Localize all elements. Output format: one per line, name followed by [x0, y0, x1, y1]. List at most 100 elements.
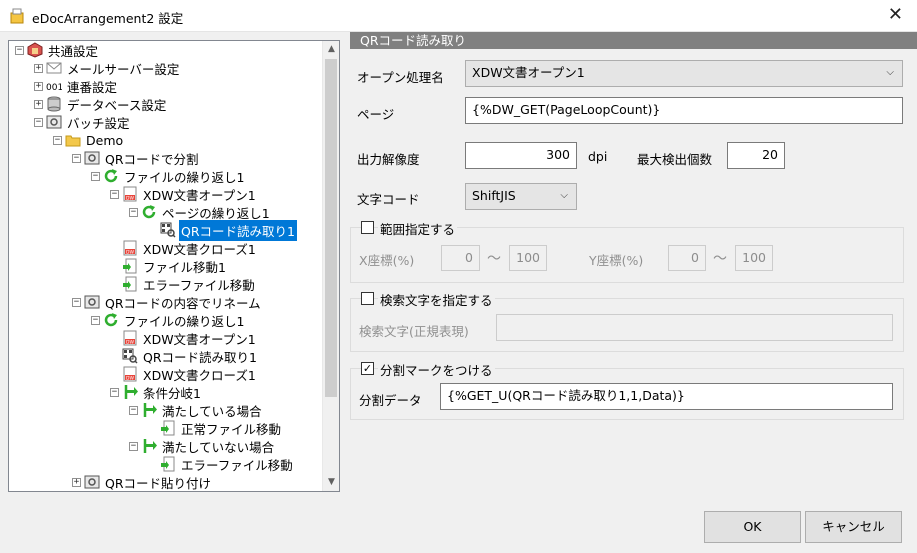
search-check-label[interactable]: 検索文字を指定する [378, 290, 495, 309]
tree-expander-icon[interactable]: − [91, 315, 100, 325]
tree-item[interactable]: − QRコードの内容でリネーム [72, 293, 263, 311]
tree-expander-icon[interactable]: − [110, 189, 119, 199]
open-process-value: XDW文書オープン1 [472, 65, 585, 80]
tree-item[interactable]: DW XDW文書オープン1 [110, 329, 258, 347]
tree-expander-icon[interactable]: − [129, 405, 138, 415]
tree-item[interactable]: エラーファイル移動 [148, 455, 295, 473]
tree-item[interactable]: − 共通設定 [15, 41, 100, 59]
page-label: ページ [357, 107, 395, 122]
y-to-input[interactable]: 100 [735, 245, 773, 271]
y-coord-label: Y座標(%) [589, 253, 644, 268]
open-process-select[interactable]: XDW文書オープン1 ⌵ [465, 60, 903, 87]
tree-item[interactable]: − ファイルの繰り返し1 [91, 167, 246, 185]
scroll-down-icon[interactable]: ▼ [323, 474, 339, 491]
ok-button[interactable]: OK [704, 511, 801, 543]
charset-value: ShiftJIS [472, 188, 516, 203]
svg-text:DW: DW [126, 250, 134, 256]
resolution-label: 出力解像度 [357, 152, 420, 167]
range-check-label[interactable]: 範囲指定する [378, 219, 458, 238]
tree-expander-icon[interactable]: + [34, 63, 43, 73]
resolution-unit: dpi [588, 149, 608, 164]
x-to-input[interactable]: 100 [509, 245, 547, 271]
tree-expander-icon[interactable]: − [91, 171, 100, 181]
file-move-icon [123, 276, 137, 292]
branch-icon [143, 439, 157, 453]
file-move-icon [161, 456, 175, 472]
chevron-down-icon: ⌵ [886, 67, 894, 78]
loop-icon [142, 205, 156, 219]
tree-expander-icon[interactable]: − [129, 441, 138, 451]
tree-item-label[interactable]: QRコード貼り付け [103, 472, 213, 492]
qr-icon [122, 348, 138, 364]
y-from-input[interactable]: 0 [668, 245, 706, 271]
split-checkbox[interactable]: ✓ [361, 362, 374, 375]
tree-item[interactable]: 正常ファイル移動 [148, 419, 283, 437]
max-detect-input[interactable]: 20 [727, 142, 785, 169]
tree-expander-icon[interactable]: − [72, 153, 81, 163]
batch-icon [84, 151, 100, 165]
loop-icon [104, 169, 118, 183]
tree-item[interactable]: ファイル移動1 [110, 257, 228, 275]
scroll-up-icon[interactable]: ▲ [323, 41, 339, 58]
resolution-input[interactable]: 300 [465, 142, 577, 169]
qr-icon [160, 222, 176, 238]
tree-item[interactable]: DW XDW文書クローズ1 [110, 239, 258, 257]
tree-item[interactable]: エラーファイル移動 [110, 275, 257, 293]
page-input[interactable]: {%DW_GET(PageLoopCount)} [465, 97, 903, 124]
tree-item[interactable]: − ファイルの繰り返し1 [91, 311, 246, 329]
tree-item[interactable]: − 条件分岐1 [110, 383, 203, 401]
tree-item[interactable]: QRコード読み取り1 [110, 347, 259, 365]
tree-expander-icon[interactable]: + [72, 477, 81, 487]
charset-label: 文字コード [357, 192, 420, 207]
tree-item[interactable]: − Demo [53, 131, 125, 149]
title-bar: eDocArrangement2 設定 ✕ [0, 0, 917, 32]
range-checkbox[interactable] [361, 221, 374, 234]
search-text-input[interactable] [496, 314, 893, 341]
xdw-icon: DW [123, 330, 137, 346]
tree-item[interactable]: − 満たしていない場合 [129, 437, 276, 455]
svg-text:DW: DW [126, 196, 134, 202]
tree-item[interactable]: + メールサーバー設定 [34, 59, 181, 77]
x-from-input[interactable]: 0 [441, 245, 480, 271]
tree-expander-icon[interactable]: − [53, 135, 62, 145]
tree-item[interactable]: − 満たしている場合 [129, 401, 264, 419]
tree-item[interactable]: − QRコードで分割 [72, 149, 201, 167]
tree-expander-icon[interactable]: + [34, 99, 43, 109]
settings-tree[interactable]: − 共通設定 + メールサーバー設定 +001 連番設定 + データベース設定 − バッチ設定 − D… [8, 40, 340, 492]
tree-item[interactable]: − バッチ設定 [34, 113, 132, 131]
tree-item[interactable]: DW XDW文書クローズ1 [110, 365, 258, 383]
tree-expander-icon[interactable]: − [72, 297, 81, 307]
cancel-button[interactable]: キャンセル [805, 511, 902, 543]
tree-expander-icon[interactable]: − [34, 117, 43, 127]
search-checkbox[interactable] [361, 292, 374, 305]
batch-icon [84, 295, 100, 309]
tree-item-label[interactable]: バッチ設定 [65, 112, 132, 133]
svg-text:DW: DW [126, 376, 134, 382]
tree-expander-icon[interactable]: + [34, 81, 43, 91]
close-icon[interactable]: ✕ [888, 4, 903, 25]
tree-expander-icon[interactable]: − [15, 45, 24, 55]
charset-select[interactable]: ShiftJIS ⌵ [465, 183, 577, 210]
xdw-icon: DW [123, 240, 137, 256]
tree-item[interactable]: +001 連番設定 [34, 77, 119, 95]
tree-item[interactable]: − DW XDW文書オープン1 [110, 185, 258, 203]
tree-item[interactable]: QRコード読み取り1 [148, 219, 297, 241]
tree-scrollbar[interactable]: ▲ ▼ [322, 41, 339, 491]
tree-expander-icon[interactable]: − [110, 387, 119, 397]
tree-item[interactable]: + データベース設定 [34, 95, 168, 113]
svg-text:DW: DW [126, 340, 134, 346]
tree-expander-icon[interactable]: − [129, 207, 138, 217]
max-detect-label: 最大検出個数 [637, 152, 713, 167]
split-check-label[interactable]: 分割マークをつける [378, 360, 495, 379]
split-data-input[interactable]: {%GET_U(QRコード読み取り1,1,Data)} [440, 383, 893, 410]
loop-icon [104, 313, 118, 327]
tree-item[interactable]: − ページの繰り返し1 [129, 203, 272, 221]
tree-item[interactable]: + QRコード貼り付け [72, 473, 213, 491]
scroll-thumb[interactable] [325, 59, 337, 397]
tree-item-label[interactable]: Demo [84, 132, 125, 149]
